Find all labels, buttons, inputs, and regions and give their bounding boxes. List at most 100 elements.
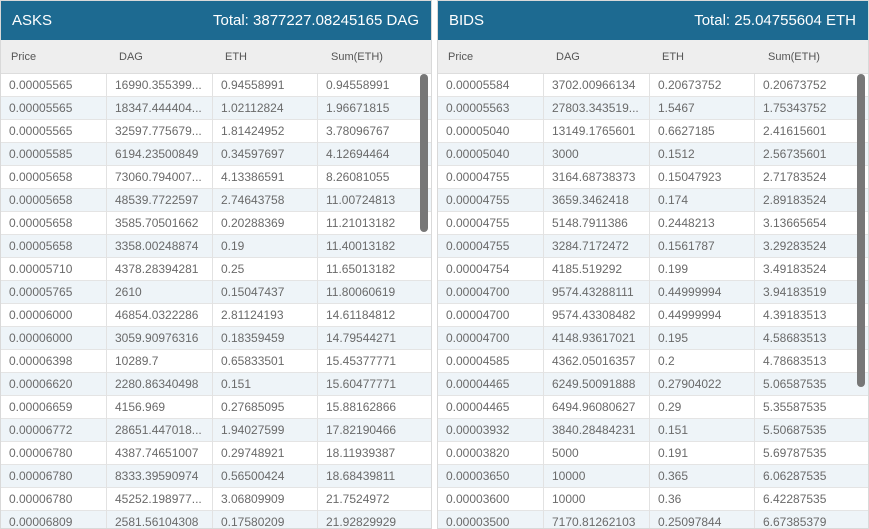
cell-dag: 4387.74651007 (107, 442, 213, 465)
column-header-sum-eth[interactable]: Sum(ETH) (768, 40, 820, 74)
table-row[interactable]: 0.00005584 3702.00966134 0.20673752 0.20673… (438, 74, 868, 97)
cell-eth: 0.191 (650, 442, 755, 465)
cell-sum-eth: 2.41615601 (763, 124, 827, 138)
cell-price: 0.00003932 (438, 419, 544, 442)
table-row[interactable]: 0.00006000 46854.0322286 2.81124193 14.6118… (1, 304, 431, 327)
table-row[interactable]: 0.00004755 3164.68738373 0.15047923 2.71783… (438, 166, 868, 189)
table-row[interactable]: 0.00005658 48539.7722597 2.74643758 11.0072… (1, 189, 431, 212)
cell-dag: 18347.444404... (107, 97, 213, 120)
cell-sum-eth: 0.94558991 (326, 78, 390, 92)
cell-eth: 0.20673752 (650, 74, 755, 97)
cell-price: 0.00003650 (438, 465, 544, 488)
table-row[interactable]: 0.00005040 13149.1765601 0.6627185 2.416156… (438, 120, 868, 143)
cell-dag: 2610 (107, 281, 213, 304)
bids-header: BIDS Total: 25.04755604 ETH (438, 1, 868, 40)
cell-eth: 0.56500424 (213, 465, 318, 488)
table-row[interactable]: 0.00005658 3585.70501662 0.20288369 11.2101… (1, 212, 431, 235)
cell-price: 0.00005565 (1, 97, 107, 120)
cell-price: 0.00004585 (438, 350, 544, 373)
table-row[interactable]: 0.00004755 3284.7172472 0.1561787 3.2928352… (438, 235, 868, 258)
table-row[interactable]: 0.00003500 7170.81262103 0.25097844 6.67385… (438, 511, 868, 529)
cell-dag: 4378.28394281 (107, 258, 213, 281)
table-row[interactable]: 0.00004465 6249.50091888 0.27904022 5.06587… (438, 373, 868, 396)
cell-sum-eth: 3.29283524 (763, 239, 827, 253)
bids-title: BIDS (449, 12, 485, 29)
cell-price: 0.00005658 (1, 212, 107, 235)
table-row[interactable]: 0.00003820 5000 0.191 5.69787535 (438, 442, 868, 465)
column-header-dag[interactable]: DAG (119, 40, 143, 74)
table-row[interactable]: 0.00005565 16990.355399... 0.94558991 0.945… (1, 74, 431, 97)
table-row[interactable]: 0.00006620 2280.86340498 0.151 15.60477771 (1, 373, 431, 396)
table-row[interactable]: 0.00004754 4185.519292 0.199 3.49183524 (438, 258, 868, 281)
asks-scrollbar[interactable] (420, 74, 428, 232)
cell-eth: 0.1512 (650, 143, 755, 166)
table-row[interactable]: 0.00005658 3358.00248874 0.19 11.40013182 (1, 235, 431, 258)
table-row[interactable]: 0.00005658 73060.794007... 4.13386591 8.260… (1, 166, 431, 189)
cell-price: 0.00003600 (438, 488, 544, 511)
table-row[interactable]: 0.00005710 4378.28394281 0.25 11.65013182 (1, 258, 431, 281)
table-row[interactable]: 0.00005040 3000 0.1512 2.56735601 (438, 143, 868, 166)
cell-dag: 27803.343519... (544, 97, 650, 120)
cell-eth: 0.2448213 (650, 212, 755, 235)
table-row[interactable]: 0.00005563 27803.343519... 1.5467 1.7534375… (438, 97, 868, 120)
table-row[interactable]: 0.00006000 3059.90976316 0.18359459 14.7954… (1, 327, 431, 350)
cell-sum-eth: 3.13665654 (763, 216, 827, 230)
table-row[interactable]: 0.00004700 9574.43288111 0.44999994 3.94183… (438, 281, 868, 304)
column-header-price[interactable]: Price (448, 40, 473, 74)
cell-sum-eth: 4.12694464 (326, 147, 390, 161)
column-header-dag[interactable]: DAG (556, 40, 580, 74)
asks-panel: ASKS Total: 3877227.08245165 DAG Price D… (0, 0, 432, 529)
cell-dag: 3358.00248874 (107, 235, 213, 258)
cell-eth: 0.19 (213, 235, 318, 258)
column-header-eth[interactable]: ETH (225, 40, 247, 74)
table-row[interactable]: 0.00005585 6194.23500849 0.34597697 4.12694… (1, 143, 431, 166)
cell-price: 0.00003500 (438, 511, 544, 528)
cell-sum-eth: 5.35587535 (763, 400, 827, 414)
table-row[interactable]: 0.00003650 10000 0.365 6.06287535 (438, 465, 868, 488)
table-row[interactable]: 0.00004755 5148.7911386 0.2448213 3.1366565… (438, 212, 868, 235)
cell-dag: 46854.0322286 (107, 304, 213, 327)
table-row[interactable]: 0.00005565 32597.775679... 1.81424952 3.780… (1, 120, 431, 143)
cell-sum-eth: 17.82190466 (326, 423, 397, 437)
cell-sum-eth: 6.67385379 (763, 515, 827, 529)
cell-price: 0.00005658 (1, 166, 107, 189)
cell-eth: 0.195 (650, 327, 755, 350)
table-row[interactable]: 0.00004700 9574.43308482 0.44999994 4.39183… (438, 304, 868, 327)
cell-dag: 32597.775679... (107, 120, 213, 143)
cell-sum-eth: 3.78096767 (326, 124, 390, 138)
cell-price: 0.00006780 (1, 488, 107, 511)
column-header-eth[interactable]: ETH (662, 40, 684, 74)
bids-scrollbar[interactable] (857, 74, 865, 387)
table-row[interactable]: 0.00004585 4362.05016357 0.2 4.78683513 (438, 350, 868, 373)
table-row[interactable]: 0.00006780 8333.39590974 0.56500424 18.6843… (1, 465, 431, 488)
table-row[interactable]: 0.00006780 45252.198977... 3.06809909 21.75… (1, 488, 431, 511)
table-row[interactable]: 0.00005565 18347.444404... 1.02112824 1.966… (1, 97, 431, 120)
cell-dag: 3000 (544, 143, 650, 166)
cell-dag: 4148.93617021 (544, 327, 650, 350)
cell-sum-eth: 14.79544271 (326, 331, 397, 345)
table-row[interactable]: 0.00004755 3659.3462418 0.174 2.89183524 (438, 189, 868, 212)
cell-price: 0.00004700 (438, 281, 544, 304)
column-header-sum-eth[interactable]: Sum(ETH) (331, 40, 383, 74)
table-row[interactable]: 0.00006780 4387.74651007 0.29748921 18.1193… (1, 442, 431, 465)
table-row[interactable]: 0.00004465 6494.96080627 0.29 5.35587535 (438, 396, 868, 419)
cell-sum-eth: 4.78683513 (763, 354, 827, 368)
table-row[interactable]: 0.00006772 28651.447018... 1.94027599 17.82… (1, 419, 431, 442)
table-row[interactable]: 0.00003932 3840.28484231 0.151 5.50687535 (438, 419, 868, 442)
cell-dag: 9574.43308482 (544, 304, 650, 327)
table-row[interactable]: 0.00006659 4156.969 0.27685095 15.88162866 (1, 396, 431, 419)
table-row[interactable]: 0.00006809 2581.56104308 0.17580209 21.9282… (1, 511, 431, 528)
cell-price: 0.00004755 (438, 189, 544, 212)
asks-total: Total: 3877227.08245165 DAG (213, 12, 419, 29)
cell-price: 0.00005040 (438, 143, 544, 166)
cell-sum-eth: 15.88162866 (326, 400, 397, 414)
cell-eth: 0.15047923 (650, 166, 755, 189)
table-row[interactable]: 0.00005765 2610 0.15047437 11.80060619 (1, 281, 431, 304)
asks-table-body: 0.00005565 16990.355399... 0.94558991 0.945… (1, 74, 431, 528)
table-row[interactable]: 0.00006398 10289.7 0.65833501 15.45377771 (1, 350, 431, 373)
table-row[interactable]: 0.00004700 4148.93617021 0.195 4.58683513 (438, 327, 868, 350)
cell-sum-eth: 18.68439811 (326, 469, 396, 483)
table-row[interactable]: 0.00003600 10000 0.36 6.42287535 (438, 488, 868, 511)
cell-price: 0.00006398 (1, 350, 107, 373)
column-header-price[interactable]: Price (11, 40, 36, 74)
